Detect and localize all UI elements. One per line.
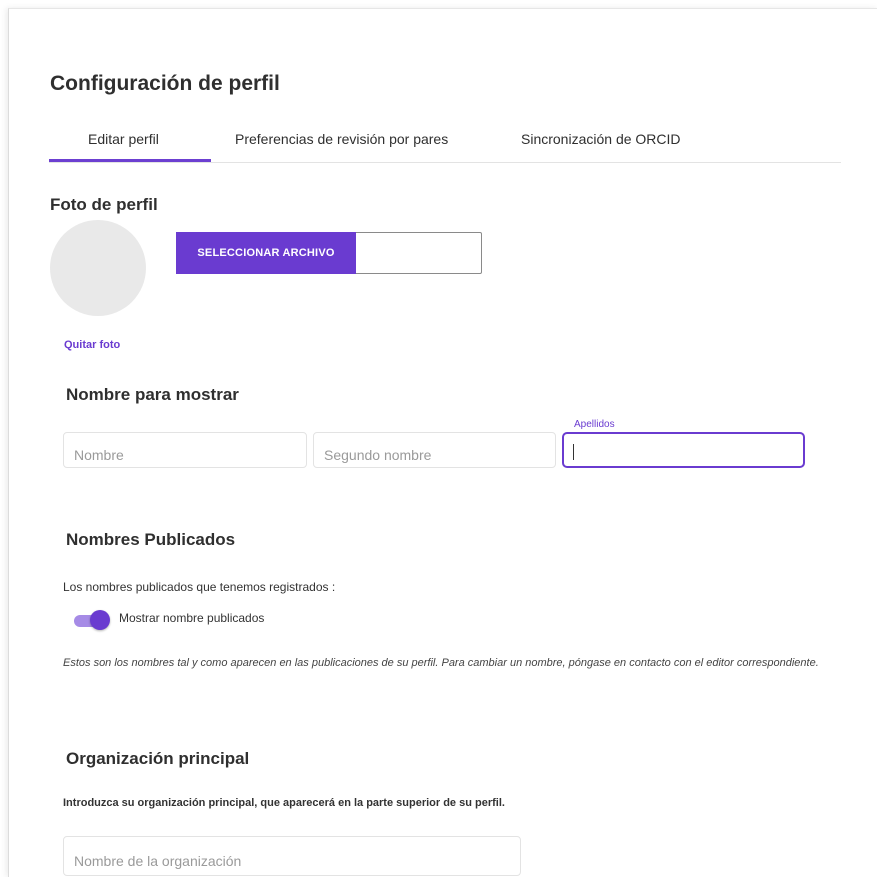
tab-peer-review-preferences[interactable]: Preferencias de revisión por pares — [235, 131, 448, 147]
organization-name-field[interactable] — [63, 836, 521, 876]
last-name-field[interactable] — [562, 432, 805, 468]
last-name-label: Apellidos — [571, 419, 618, 430]
active-tab-indicator — [49, 159, 211, 162]
tab-orcid-sync[interactable]: Sincronización de ORCID — [521, 131, 681, 147]
select-file-button[interactable]: SELECCIONAR ARCHIVO — [176, 232, 356, 274]
display-name-heading: Nombre para mostrar — [66, 385, 239, 404]
text-cursor — [573, 444, 574, 460]
show-published-names-toggle[interactable] — [72, 610, 110, 630]
published-names-description: Los nombres publicados que tenemos regis… — [63, 580, 336, 594]
organization-description: Introduzca su organización principal, qu… — [63, 797, 505, 809]
middle-name-field[interactable] — [313, 432, 556, 468]
toggle-knob — [90, 610, 110, 630]
organization-heading: Organización principal — [66, 749, 250, 768]
avatar-placeholder — [50, 220, 146, 316]
published-names-heading: Nombres Publicados — [66, 530, 236, 549]
first-name-field[interactable] — [63, 432, 307, 468]
published-names-note: Estos son los nombres tal y como aparece… — [63, 657, 819, 669]
tab-edit-profile[interactable]: Editar perfil — [88, 131, 159, 147]
page-title: Configuración de perfil — [50, 72, 280, 95]
profile-photo-label: Foto de perfil — [50, 195, 158, 214]
toggle-label: Mostrar nombre publicados — [119, 611, 265, 625]
remove-photo-link[interactable]: Quitar foto — [64, 339, 120, 351]
tab-bar: Editar perfil Preferencias de revisión p… — [49, 126, 841, 163]
